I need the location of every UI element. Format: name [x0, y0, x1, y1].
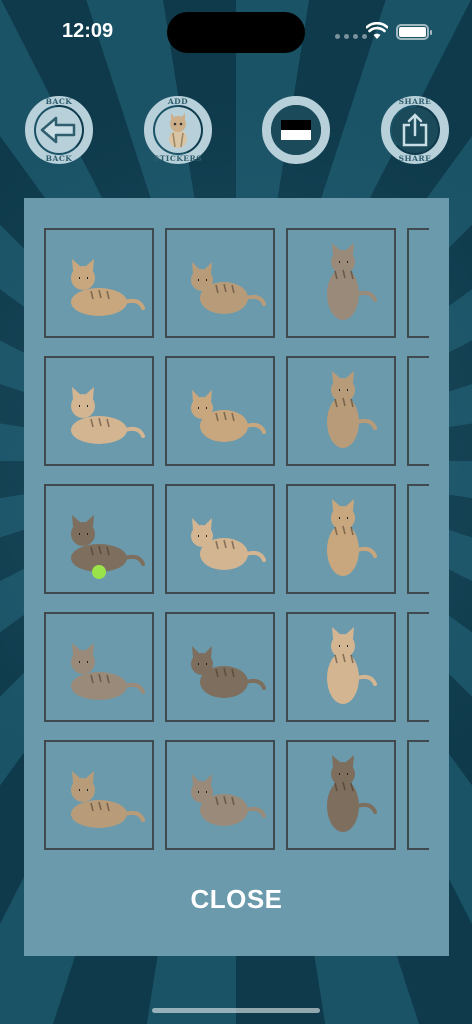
- battery-icon: [396, 24, 432, 40]
- sticker-cell[interactable]: [286, 228, 396, 338]
- status-bar: 12:09: [0, 0, 472, 64]
- share-button[interactable]: SHARE SHARE: [377, 92, 453, 168]
- sticker-cell[interactable]: [286, 356, 396, 466]
- add-stickers-button[interactable]: ADD STICKERS: [140, 92, 216, 168]
- wifi-icon: [366, 22, 388, 39]
- sticker-cell[interactable]: [407, 228, 429, 338]
- kitten-sticker-icon: [191, 390, 266, 442]
- kitten-sticker-icon: [191, 774, 266, 826]
- add-label-bottom: STICKERS: [153, 154, 203, 163]
- back-label-bottom: BACK: [45, 154, 73, 163]
- toolbar: BACK BACK ADD STICKERS SHARE SHARE: [0, 92, 472, 172]
- status-time: 12:09: [62, 20, 114, 42]
- kitten-sticker-icon: [327, 499, 377, 576]
- sticker-cell[interactable]: [44, 228, 154, 338]
- add-label-top: ADD: [167, 97, 189, 106]
- kitten-sticker-icon: [71, 259, 145, 316]
- sticker-grid: [44, 228, 429, 850]
- dynamic-island: [167, 12, 305, 53]
- home-indicator: [152, 1008, 320, 1013]
- kitten-sticker-icon: [191, 646, 266, 698]
- sticker-cell[interactable]: [407, 484, 429, 594]
- kitten-sticker-icon: [327, 755, 377, 832]
- sticker-cell[interactable]: [44, 612, 154, 722]
- signal-icon: [335, 34, 367, 39]
- sticker-cell[interactable]: [407, 740, 429, 850]
- kitten-icon: [169, 113, 187, 148]
- share-label-bottom: SHARE: [398, 154, 432, 163]
- sticker-cell[interactable]: [165, 484, 275, 594]
- sticker-cell[interactable]: [44, 484, 154, 594]
- kitten-sticker-icon: [71, 515, 145, 579]
- sticker-cell[interactable]: [407, 356, 429, 466]
- flag-icon: [281, 120, 311, 140]
- sticker-cell[interactable]: [44, 356, 154, 466]
- share-icon: [402, 113, 428, 147]
- kitten-sticker-icon: [327, 627, 377, 704]
- back-label-top: BACK: [45, 97, 73, 106]
- sticker-grid-scroll[interactable]: [44, 228, 429, 853]
- kitten-sticker-icon: [71, 387, 145, 444]
- sticker-picker-panel: CLOSE: [24, 198, 449, 956]
- sticker-cell[interactable]: [286, 484, 396, 594]
- share-label-top: SHARE: [398, 97, 432, 106]
- back-arrow-icon: [40, 116, 76, 144]
- sticker-cell[interactable]: [165, 740, 275, 850]
- flag-button[interactable]: [258, 92, 334, 168]
- sticker-cell[interactable]: [44, 740, 154, 850]
- kitten-sticker-icon: [191, 262, 266, 314]
- kitten-sticker-icon: [71, 771, 145, 828]
- sticker-cell[interactable]: [407, 612, 429, 722]
- kitten-sticker-icon: [71, 643, 145, 700]
- kitten-sticker-icon: [327, 371, 377, 448]
- close-button[interactable]: CLOSE: [24, 884, 449, 915]
- kitten-sticker-icon: [191, 518, 266, 570]
- sticker-cell[interactable]: [165, 356, 275, 466]
- sticker-cell[interactable]: [165, 228, 275, 338]
- sticker-cell[interactable]: [165, 612, 275, 722]
- sticker-cell[interactable]: [286, 740, 396, 850]
- back-button[interactable]: BACK BACK: [21, 92, 97, 168]
- kitten-sticker-icon: [327, 243, 377, 320]
- sticker-cell[interactable]: [286, 612, 396, 722]
